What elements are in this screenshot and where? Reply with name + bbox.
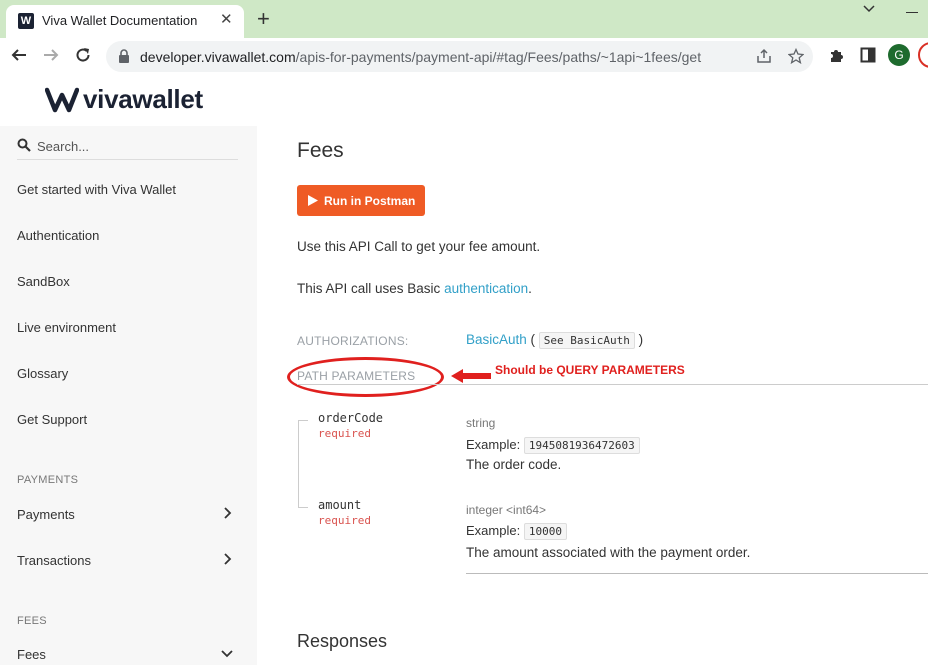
authorizations-open-paren: (: [526, 332, 539, 347]
vivawallet-logo-icon: [45, 87, 79, 112]
params-bottom-divider: [466, 573, 928, 574]
auth-note: This API call uses Basic authentication.: [297, 281, 532, 296]
sidebar-item-live-environment[interactable]: Live environment: [17, 320, 116, 335]
section-divider: [297, 384, 928, 385]
param-required: required: [318, 514, 371, 527]
sidebar-item-payments[interactable]: Payments: [17, 507, 75, 522]
authorizations-label: AUTHORIZATIONS:: [297, 334, 409, 348]
param-example: Example: 1945081936472603: [466, 437, 640, 454]
param-required: required: [318, 427, 371, 440]
sidebar-item-glossary[interactable]: Glossary: [17, 366, 68, 381]
param-tree-tick: [298, 420, 308, 421]
sidebar-heading-payments: PAYMENTS: [17, 474, 79, 486]
responses-heading: Responses: [297, 631, 388, 651]
minimize-icon[interactable]: [906, 12, 918, 13]
browser-tabstrip: W Viva Wallet Documentation ✕ +: [0, 0, 928, 38]
tab-close-icon[interactable]: ✕: [220, 10, 233, 28]
param-example: Example: 10000: [466, 523, 567, 540]
param-type: string: [466, 416, 496, 430]
auth-note-prefix: This API call uses Basic: [297, 281, 445, 296]
forward-arrow-icon[interactable]: [42, 46, 60, 69]
basicauth-link[interactable]: BasicAuth: [466, 332, 527, 347]
param-tree-tick: [298, 507, 308, 508]
chevron-down-icon[interactable]: [862, 2, 876, 21]
url-text: developer.vivawallet.com/apis-for-paymen…: [140, 49, 701, 65]
param-type: integer <int64>: [466, 503, 547, 517]
browser-menu-icon[interactable]: [918, 42, 928, 68]
authorizations-close-paren: ): [634, 332, 644, 347]
see-basicauth-chip: See BasicAuth: [538, 332, 635, 349]
postman-label: Run in Postman: [324, 194, 416, 208]
annotation-ellipse: [287, 357, 444, 397]
vivawallet-logo[interactable]: vivawallet: [45, 84, 203, 115]
browser-tab[interactable]: W Viva Wallet Documentation ✕: [6, 5, 244, 38]
tab-title: Viva Wallet Documentation: [42, 13, 198, 28]
example-label: Example:: [466, 437, 521, 452]
address-bar[interactable]: developer.vivawallet.com/apis-for-paymen…: [106, 41, 813, 72]
param-description: The amount associated with the payment o…: [466, 545, 751, 560]
sidebar-heading-fees: FEES: [17, 615, 47, 627]
param-name-amount: amount: [318, 498, 362, 512]
example-value: 10000: [523, 523, 567, 540]
sidebar-item-get-started[interactable]: Get started with Viva Wallet: [17, 182, 176, 197]
share-icon[interactable]: [756, 48, 772, 69]
profile-avatar[interactable]: G: [888, 44, 910, 66]
extensions-puzzle-icon[interactable]: [828, 47, 844, 68]
bookmark-star-icon[interactable]: [787, 47, 805, 69]
sidebar: Search... Get started with Viva Wallet A…: [0, 126, 257, 665]
example-label: Example:: [466, 523, 521, 538]
reload-icon[interactable]: [74, 46, 92, 69]
url-path: /apis-for-payments/payment-api/#tag/Fees…: [295, 49, 702, 65]
lock-icon[interactable]: [118, 49, 130, 68]
search-icon: [17, 138, 31, 157]
annotation-text: Should be QUERY PARAMETERS: [495, 363, 685, 377]
example-value: 1945081936472603: [523, 437, 640, 454]
site-header: vivawallet: [0, 76, 928, 126]
logo-text: vivawallet: [83, 84, 203, 114]
authentication-link[interactable]: authentication: [444, 281, 528, 296]
search-input[interactable]: Search...: [17, 136, 238, 160]
param-name-ordercode: orderCode: [318, 411, 384, 425]
search-placeholder: Search...: [37, 139, 90, 154]
chevron-down-icon[interactable]: [220, 646, 234, 665]
sidebar-item-sandbox[interactable]: SandBox: [17, 274, 70, 289]
annotation-arrow-icon: [449, 367, 493, 390]
new-tab-icon[interactable]: +: [257, 6, 270, 32]
auth-note-suffix: .: [528, 281, 532, 296]
url-host: developer.vivawallet.com: [140, 49, 296, 65]
side-panel-icon[interactable]: [860, 47, 876, 68]
param-tree-line: [298, 420, 299, 507]
run-in-postman-button[interactable]: Run in Postman: [297, 185, 425, 216]
browser-toolbar: developer.vivawallet.com/apis-for-paymen…: [0, 38, 928, 76]
sidebar-item-transactions[interactable]: Transactions: [17, 553, 91, 568]
sidebar-item-fees[interactable]: Fees: [17, 647, 46, 662]
fees-description: Use this API Call to get your fee amount…: [297, 239, 541, 254]
chevron-right-icon[interactable]: [220, 552, 234, 571]
authorizations-value: BasicAuth ( See BasicAuth ): [466, 332, 643, 349]
back-arrow-icon[interactable]: [10, 46, 28, 69]
play-icon: [308, 195, 318, 209]
sidebar-item-authentication[interactable]: Authentication: [17, 228, 99, 243]
page-title: Fees: [297, 139, 344, 162]
vivawallet-favicon-icon: W: [18, 13, 34, 29]
chevron-right-icon[interactable]: [220, 506, 234, 525]
param-description: The order code.: [466, 457, 562, 472]
sidebar-item-get-support[interactable]: Get Support: [17, 412, 87, 427]
